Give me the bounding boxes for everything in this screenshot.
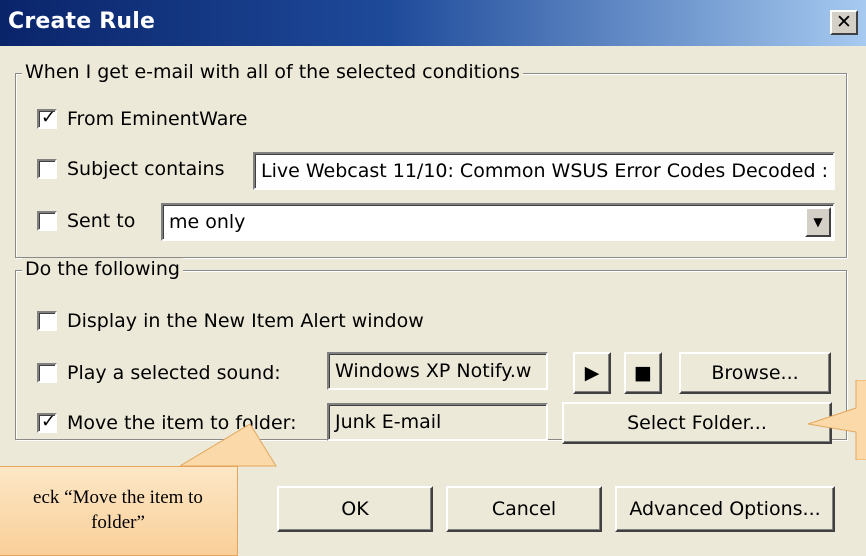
conditions-legend: When I get e-mail with all of the select… bbox=[22, 61, 523, 83]
from-checkbox[interactable]: ✓ bbox=[37, 107, 57, 129]
subject-label: Subject contains bbox=[67, 158, 225, 180]
ok-button[interactable]: OK bbox=[277, 486, 433, 532]
from-label: From EminentWare bbox=[67, 108, 248, 130]
from-row: ✓ From EminentWare bbox=[37, 106, 247, 132]
callout-pointer-icon bbox=[180, 424, 277, 467]
window-title: Create Rule bbox=[8, 9, 156, 34]
checkmark-icon: ✓ bbox=[41, 411, 57, 432]
sound-file-field[interactable]: Windows XP Notify.w bbox=[327, 352, 548, 390]
subject-row: Subject contains bbox=[37, 156, 225, 182]
right-arrow-pointer-icon bbox=[808, 380, 866, 460]
actions-legend: Do the following bbox=[22, 258, 183, 280]
callout-line-1: eck “Move the item to bbox=[33, 487, 203, 508]
stop-icon: ■ bbox=[634, 362, 652, 384]
move-folder-checkbox[interactable]: ✓ bbox=[37, 411, 57, 433]
callout-tooltip: eck “Move the item to folder” bbox=[0, 466, 238, 556]
play-sound-label: Play a selected sound: bbox=[67, 362, 281, 384]
play-sound-button[interactable]: ▶ bbox=[573, 352, 611, 394]
close-button[interactable]: ✕ bbox=[830, 10, 858, 35]
folder-field[interactable]: Junk E-mail bbox=[327, 403, 548, 441]
chevron-down-icon[interactable]: ▼ bbox=[805, 207, 831, 237]
advanced-options-button[interactable]: Advanced Options... bbox=[615, 486, 835, 532]
subject-input[interactable]: Live Webcast 11/10: Common WSUS Error Co… bbox=[253, 152, 835, 190]
title-bar[interactable]: Create Rule ✕ bbox=[0, 0, 866, 46]
checkmark-icon: ✓ bbox=[41, 107, 57, 128]
display-alert-row: Display in the New Item Alert window bbox=[37, 308, 424, 334]
select-folder-button[interactable]: Select Folder... bbox=[562, 402, 832, 444]
close-icon: ✕ bbox=[836, 11, 852, 33]
callout-line-2: folder” bbox=[91, 512, 145, 533]
display-alert-label: Display in the New Item Alert window bbox=[67, 310, 424, 332]
sent-to-label: Sent to bbox=[67, 210, 136, 232]
sent-to-row: Sent to bbox=[37, 208, 135, 234]
cancel-button[interactable]: Cancel bbox=[446, 486, 602, 532]
play-sound-row: Play a selected sound: bbox=[37, 360, 281, 386]
subject-checkbox[interactable] bbox=[37, 159, 57, 179]
stop-sound-button[interactable]: ■ bbox=[624, 352, 662, 394]
sent-to-value: me only bbox=[169, 211, 246, 233]
play-sound-checkbox[interactable] bbox=[37, 363, 57, 383]
play-icon: ▶ bbox=[584, 362, 600, 384]
sent-to-checkbox[interactable] bbox=[37, 211, 57, 231]
sent-to-select[interactable]: me only ▼ bbox=[161, 203, 835, 241]
display-alert-checkbox[interactable] bbox=[37, 311, 57, 331]
